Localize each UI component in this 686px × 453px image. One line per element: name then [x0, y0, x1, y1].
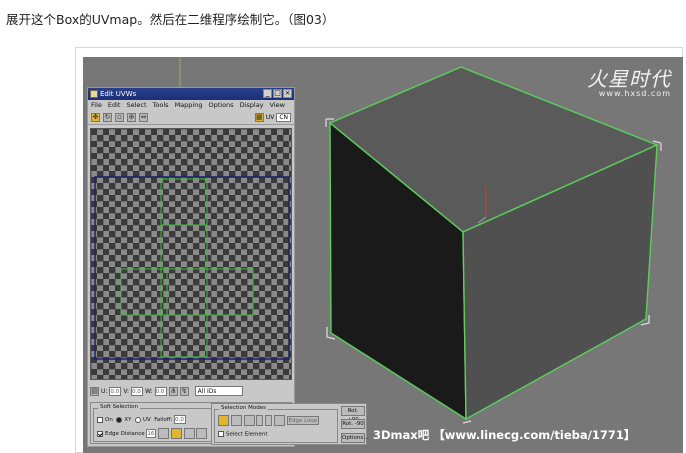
uv-checker [91, 129, 291, 379]
edge-mode-icon[interactable] [230, 415, 242, 426]
maximize-icon[interactable]: □ [273, 89, 282, 98]
uv-coordinate-bar: ▤ U: 0.0 V: 0.0 W: 0.0 ⋔ ↯ All IDs [90, 384, 292, 398]
rotate-icon[interactable]: ↻ [103, 113, 112, 122]
app-icon [90, 90, 98, 98]
3d-viewport[interactable]: 火星时代 www.hxsd.com Edit UVWs _ □ × File E… [83, 57, 683, 453]
xy-label: XY [124, 417, 132, 423]
u-field[interactable]: 0.0 [109, 386, 122, 396]
freeform-icon[interactable]: ⊕ [127, 113, 136, 122]
menu-edit[interactable]: Edit [108, 100, 121, 111]
rotate-plus-90-button[interactable]: Rot. +90 [341, 406, 365, 423]
menu-tools[interactable]: Tools [153, 100, 169, 111]
options-button[interactable]: Options... [341, 433, 368, 443]
w-label: W: [145, 387, 153, 395]
watermark: 火星时代 www.hxsd.com [587, 63, 671, 98]
u-label: U: [101, 387, 108, 395]
menu-display[interactable]: Display [240, 100, 264, 111]
uvw-toolbar: ✥ ↻ ▫ ⊕ ⇔ ▦ UV CN [88, 111, 294, 125]
menu-bar: File Edit Select Tools Mapping Options D… [88, 100, 294, 111]
falloff-smooth-icon[interactable] [158, 428, 170, 439]
menu-select[interactable]: Select [126, 100, 146, 111]
snap-icon[interactable]: ⋔ [168, 386, 178, 396]
ids-dropdown[interactable]: All IDs [194, 386, 243, 396]
lock-icon[interactable]: ▤ [90, 386, 99, 396]
falloff-linear-icon[interactable] [170, 428, 182, 439]
rotate-minus-90-button[interactable]: Rot. -90 [341, 419, 365, 429]
uv-radio[interactable] [134, 416, 141, 423]
window-title: Edit UVWs [100, 90, 137, 98]
w-field[interactable]: 0.0 [154, 386, 167, 396]
paint-select-icon[interactable] [273, 415, 285, 426]
uv-label: UV [265, 114, 275, 121]
edge-distance-label: Edge Distance [105, 431, 145, 437]
edge-loop-button[interactable]: Edge Loop [286, 416, 320, 425]
close-icon[interactable]: × [283, 89, 292, 98]
watermark-url: www.hxsd.com [598, 89, 671, 98]
channel-chip[interactable]: CN [276, 113, 291, 122]
soft-selection-group: Soft Selection On XY UV Falloff: 0.0 Edg… [93, 404, 213, 442]
edit-uvws-window[interactable]: Edit UVWs _ □ × File Edit Select Tools M… [87, 87, 295, 447]
link-icon[interactable]: ↯ [179, 386, 189, 396]
selection-modes-group: Selection Modes Edge Loop Select Element [214, 405, 338, 443]
falloff-label: Falloff: [154, 417, 173, 423]
v-label: V: [123, 387, 130, 395]
soft-on-label: On [105, 417, 113, 423]
select-element-checkbox[interactable] [218, 431, 224, 437]
move-icon[interactable]: ✥ [91, 113, 100, 122]
watermark-logo: 火星时代 [587, 67, 671, 91]
edge-distance-checkbox[interactable] [97, 430, 103, 437]
select-element-label: Select Element [226, 431, 268, 438]
vertex-mode-icon[interactable] [218, 415, 229, 426]
face-mode-icon[interactable] [243, 415, 255, 426]
grow-icon[interactable] [256, 415, 264, 426]
selection-modes-panel: Selection Modes Edge Loop Select Element… [211, 403, 368, 445]
checker-icon[interactable]: ▦ [254, 113, 264, 122]
minimize-icon[interactable]: _ [263, 89, 272, 98]
soft-on-checkbox[interactable] [97, 416, 103, 423]
menu-mapping[interactable]: Mapping [175, 100, 203, 111]
shrink-icon[interactable] [265, 415, 272, 426]
edge-distance-field[interactable]: 16 [146, 429, 157, 438]
caption-text: 展开这个Box的UVmap。然后在二维程序绘制它。（图03） [6, 12, 335, 27]
window-title-bar[interactable]: Edit UVWs _ □ × [88, 88, 294, 100]
uv-radio-label: UV [142, 417, 151, 423]
falloff-fast-icon[interactable] [196, 428, 208, 439]
xy-radio[interactable] [116, 416, 123, 423]
v-field[interactable]: 0.0 [131, 386, 144, 396]
mirror-icon[interactable]: ⇔ [139, 113, 148, 122]
menu-file[interactable]: File [91, 100, 102, 111]
soft-selection-title: Soft Selection [98, 404, 140, 410]
uv-toggle-group: ▦ UV CN [254, 113, 294, 122]
credit-text: 3Dmax吧 【www.linecg.com/tieba/1771】 [373, 428, 636, 442]
falloff-slow-icon[interactable] [183, 428, 195, 439]
menu-options[interactable]: Options [208, 100, 233, 111]
uv-editor-canvas[interactable] [90, 128, 292, 380]
falloff-field[interactable]: 0.0 [174, 415, 187, 424]
selection-modes-title: Selection Modes [219, 405, 268, 411]
scale-icon[interactable]: ▫ [115, 113, 124, 122]
menu-view[interactable]: View [270, 100, 285, 111]
